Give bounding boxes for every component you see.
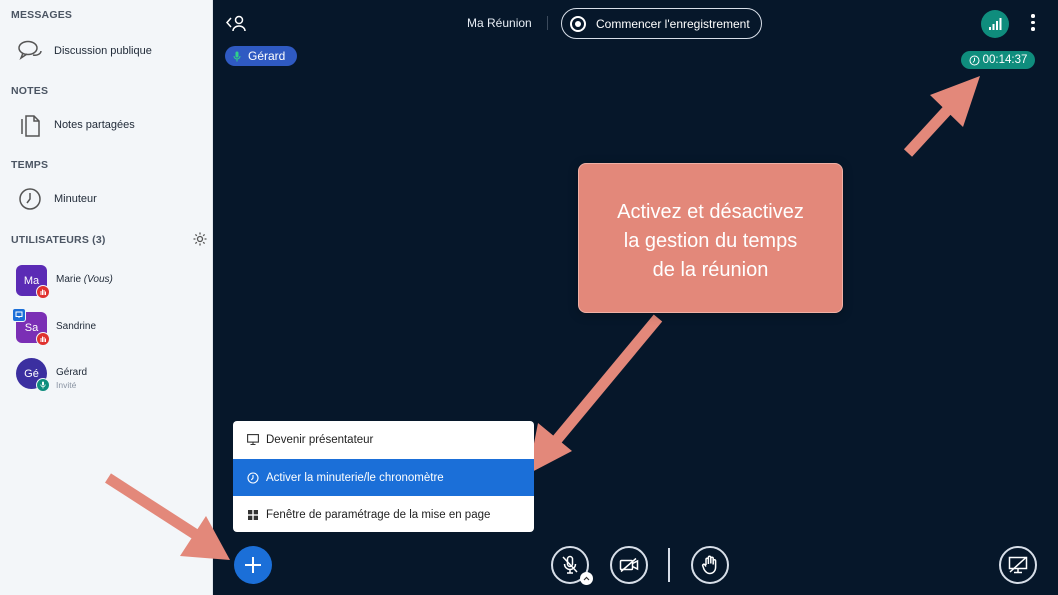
microphone-off-icon (561, 555, 579, 575)
hand-icon (701, 555, 719, 575)
start-recording-button[interactable]: Commencer l'enregistrement (561, 8, 762, 39)
presenter-icon (12, 308, 26, 322)
sidebar-item-label: Discussion publique (54, 45, 152, 57)
menu-item-label: Fenêtre de paramétrage de la mise en pag… (266, 508, 491, 521)
gear-icon[interactable] (192, 231, 208, 247)
user-list-item[interactable]: Gé Gérard Invité (16, 358, 206, 398)
menu-item-label: Devenir présentateur (266, 433, 374, 446)
notes-icon (16, 111, 44, 139)
menu-item-label: Activer la minuterie/le chronomètre (266, 471, 444, 484)
sidebar-item-timer[interactable]: Minuteur (16, 183, 206, 215)
connection-status-icon[interactable] (981, 10, 1009, 38)
raise-hand-button[interactable] (691, 546, 729, 584)
menu-item-layout-settings[interactable]: Fenêtre de paramétrage de la mise en pag… (233, 496, 534, 532)
chat-icon (16, 37, 44, 65)
sidebar: MESSAGES Discussion publique NOTES Notes… (0, 0, 213, 595)
time-section-title: TEMPS (11, 159, 49, 171)
menu-item-become-presenter[interactable]: Devenir présentateur (233, 421, 534, 458)
user-name: Marie (Vous) (56, 274, 113, 285)
messages-section-title: MESSAGES (11, 9, 73, 21)
actions-menu: Devenir présentateur Activer la minuteri… (233, 421, 534, 532)
sidebar-item-shared-notes[interactable]: Notes partagées (16, 109, 206, 141)
notes-section-title: NOTES (11, 85, 49, 97)
talking-indicator: Gérard (225, 46, 298, 66)
microphone-icon (36, 378, 50, 392)
users-section-title: UTILISATEURS (3) (11, 234, 106, 246)
meeting-title: Ma Réunion (467, 16, 532, 30)
user-name: Gérard (56, 367, 88, 378)
menu-item-activate-timer[interactable]: Activer la minuterie/le chronomètre (233, 459, 534, 496)
user-list-item[interactable]: Ma Marie (Vous) (16, 265, 206, 305)
toggle-userlist-icon[interactable] (225, 14, 248, 37)
divider (547, 16, 548, 30)
clock-icon (969, 55, 980, 66)
presentation-icon (247, 434, 259, 446)
divider (668, 548, 670, 582)
callout-line: la gestion du temps (623, 230, 798, 252)
presentation-off-icon (1008, 556, 1028, 574)
presentation-button[interactable] (999, 546, 1037, 584)
user-name: Sandrine (56, 321, 97, 332)
user-list-item[interactable]: Sa Sandrine (12, 308, 206, 352)
annotation-callout: Activez et désactivez la gestion du temp… (578, 163, 843, 313)
camera-button[interactable] (610, 546, 648, 584)
microphone-icon (233, 51, 241, 62)
layout-icon (247, 509, 259, 521)
raised-hand-icon (36, 285, 50, 299)
sidebar-item-label: Notes partagées (54, 119, 135, 131)
callout-line: de la réunion (652, 259, 769, 281)
record-label: Commencer l'enregistrement (596, 16, 750, 31)
sidebar-item-public-chat[interactable]: Discussion publique (16, 35, 206, 67)
clock-icon (16, 185, 44, 213)
raised-hand-icon (36, 332, 50, 346)
chevron-up-icon[interactable] (580, 572, 593, 585)
more-options-icon[interactable] (1029, 14, 1037, 34)
plus-icon (244, 556, 262, 574)
sidebar-item-label: Minuteur (54, 193, 97, 205)
callout-line: Activez et désactivez (617, 201, 804, 223)
clock-icon (247, 471, 259, 484)
camera-off-icon (619, 557, 639, 573)
timer-value: 00:14:37 (982, 54, 1028, 66)
record-icon (570, 15, 586, 32)
meeting-timer[interactable]: 00:14:37 (961, 51, 1035, 69)
user-role: Invité (56, 380, 77, 390)
talker-name: Gérard (248, 49, 286, 63)
actions-button[interactable] (234, 546, 272, 584)
